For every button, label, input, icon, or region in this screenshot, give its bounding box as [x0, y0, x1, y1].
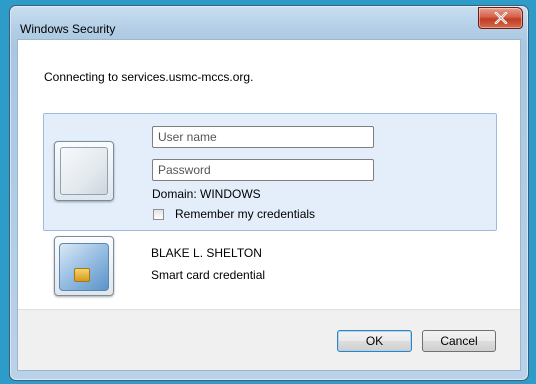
smart-card-description: Smart card credential	[151, 268, 266, 282]
dialog-footer: OK Cancel	[18, 309, 520, 370]
close-button[interactable]	[478, 7, 523, 29]
dialog-content: Connecting to services.usmc-mccs.org. Do…	[17, 39, 521, 371]
ok-button[interactable]: OK	[337, 330, 412, 352]
connection-message: Connecting to services.usmc-mccs.org.	[44, 70, 254, 84]
smart-card-name[interactable]: BLAKE L. SHELTON	[151, 246, 262, 260]
domain-label: Domain: WINDOWS	[152, 187, 261, 201]
close-icon	[494, 12, 507, 24]
cancel-button[interactable]: Cancel	[422, 330, 496, 352]
credential-tile-selected[interactable]: Domain: WINDOWS Remember my credentials	[43, 113, 497, 231]
dialog-title: Windows Security	[20, 22, 116, 36]
password-input[interactable]	[152, 159, 374, 181]
remember-checkbox[interactable]	[153, 209, 164, 220]
smart-card-icon[interactable]	[54, 236, 114, 296]
remember-label[interactable]: Remember my credentials	[175, 207, 315, 221]
username-input[interactable]	[152, 126, 374, 148]
user-tile-icon	[54, 141, 114, 201]
security-dialog: Windows Security Connecting to services.…	[9, 5, 529, 381]
